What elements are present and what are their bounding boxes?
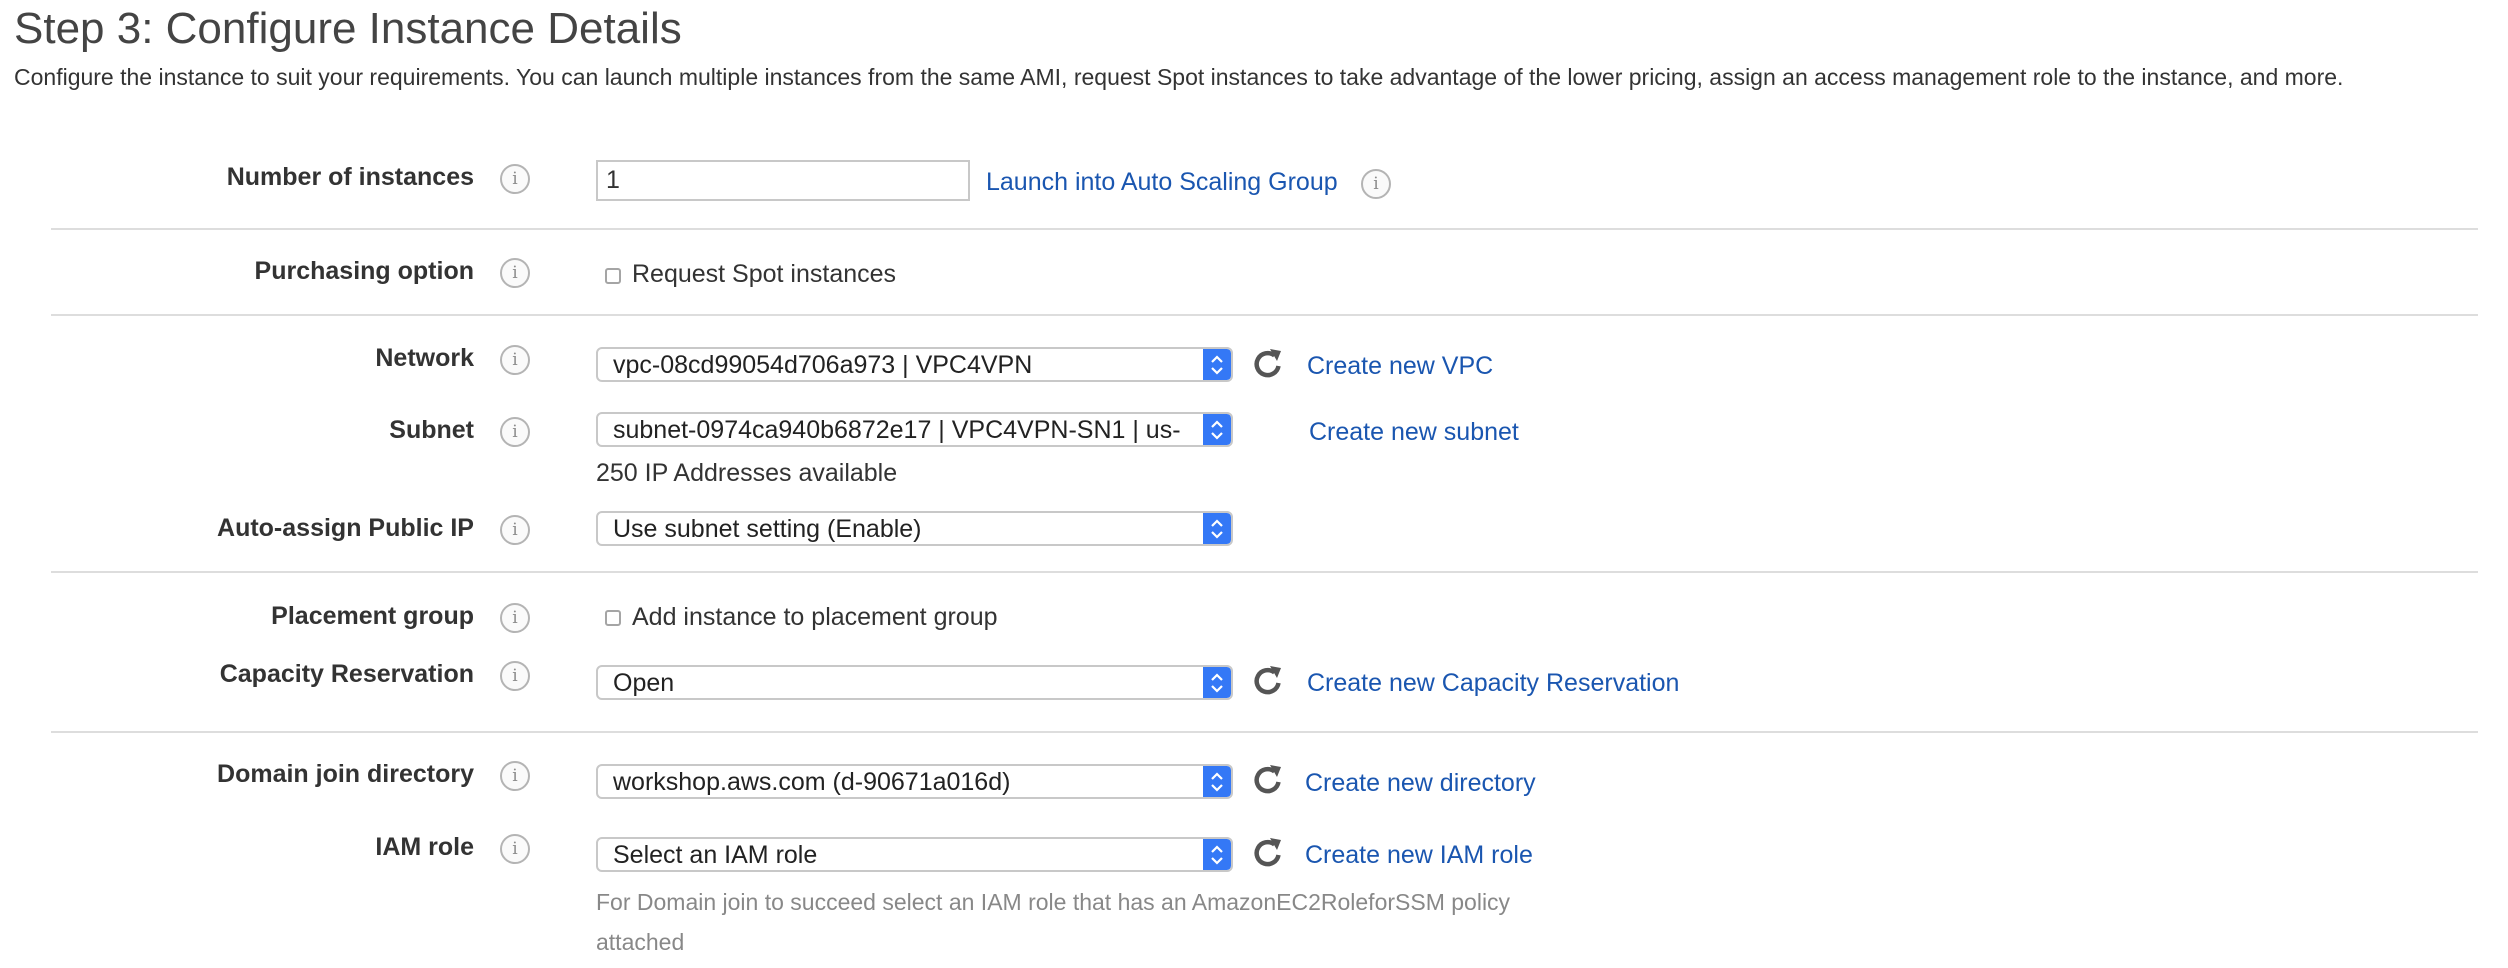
iam-role-select[interactable]: Select an IAM role xyxy=(596,837,1233,872)
info-icon[interactable]: i xyxy=(500,834,530,864)
chevron-up-down-icon xyxy=(1203,766,1231,797)
auto-assign-public-ip-value: Use subnet setting (Enable) xyxy=(613,515,922,543)
create-new-vpc-link[interactable]: Create new VPC xyxy=(1307,352,1493,381)
network-select-value: vpc-08cd99054d706a973 | VPC4VPN xyxy=(613,351,1033,379)
chevron-up-down-icon xyxy=(1203,349,1231,380)
placement-group-label: Placement group xyxy=(271,602,474,630)
launch-auto-scaling-link[interactable]: Launch into Auto Scaling Group xyxy=(986,168,1338,197)
create-new-capacity-reservation-link[interactable]: Create new Capacity Reservation xyxy=(1307,669,1679,698)
info-icon[interactable]: i xyxy=(500,661,530,691)
capacity-reservation-label: Capacity Reservation xyxy=(219,660,474,688)
info-icon[interactable]: i xyxy=(500,164,530,194)
iam-role-label: IAM role xyxy=(375,833,474,861)
placement-group-checkbox-label: Add instance to placement group xyxy=(632,603,998,631)
create-new-subnet-link[interactable]: Create new subnet xyxy=(1309,418,1519,447)
iam-role-hint: For Domain join to succeed select an IAM… xyxy=(596,889,1511,955)
placement-group-checkbox[interactable] xyxy=(605,610,621,626)
info-icon[interactable]: i xyxy=(500,258,530,288)
chevron-up-down-icon xyxy=(1203,667,1231,698)
auto-assign-public-ip-label: Auto-assign Public IP xyxy=(217,514,474,542)
divider xyxy=(51,571,2478,573)
number-of-instances-input[interactable] xyxy=(596,160,970,201)
domain-join-directory-label: Domain join directory xyxy=(217,760,474,788)
chevron-up-down-icon xyxy=(1203,839,1231,870)
network-label: Network xyxy=(375,344,474,372)
purchasing-option-label: Purchasing option xyxy=(254,257,474,285)
divider xyxy=(51,314,2478,316)
subnet-select[interactable]: subnet-0974ca940b6872e17 | VPC4VPN-SN1 |… xyxy=(596,412,1233,447)
domain-join-directory-value: workshop.aws.com (d-90671a016d) xyxy=(613,768,1011,796)
info-icon[interactable]: i xyxy=(500,761,530,791)
capacity-reservation-select[interactable]: Open xyxy=(596,665,1233,700)
divider xyxy=(51,228,2478,230)
iam-role-value: Select an IAM role xyxy=(613,841,818,869)
capacity-reservation-value: Open xyxy=(613,669,675,697)
network-select[interactable]: vpc-08cd99054d706a973 | VPC4VPN xyxy=(596,347,1233,382)
number-of-instances-label: Number of instances xyxy=(226,163,474,191)
page-title: Step 3: Configure Instance Details xyxy=(14,4,682,53)
subnet-ip-availability: 250 IP Addresses available xyxy=(596,459,898,487)
request-spot-checkbox[interactable] xyxy=(605,268,621,284)
request-spot-label: Request Spot instances xyxy=(632,260,897,288)
refresh-icon[interactable] xyxy=(1250,663,1286,699)
refresh-icon[interactable] xyxy=(1250,346,1286,382)
chevron-up-down-icon xyxy=(1203,414,1231,445)
info-icon[interactable]: i xyxy=(500,603,530,633)
page-description: Configure the instance to suit your requ… xyxy=(14,64,2344,90)
subnet-select-value: subnet-0974ca940b6872e17 | VPC4VPN-SN1 |… xyxy=(613,416,1181,444)
info-icon[interactable]: i xyxy=(1361,169,1391,199)
divider xyxy=(51,731,2478,733)
refresh-icon[interactable] xyxy=(1250,835,1286,871)
create-new-iam-role-link[interactable]: Create new IAM role xyxy=(1305,841,1533,870)
domain-join-directory-select[interactable]: workshop.aws.com (d-90671a016d) xyxy=(596,764,1233,799)
refresh-icon[interactable] xyxy=(1250,762,1286,798)
info-icon[interactable]: i xyxy=(500,345,530,375)
create-new-directory-link[interactable]: Create new directory xyxy=(1305,769,1536,798)
auto-assign-public-ip-select[interactable]: Use subnet setting (Enable) xyxy=(596,511,1233,546)
info-icon[interactable]: i xyxy=(500,417,530,447)
info-icon[interactable]: i xyxy=(500,515,530,545)
subnet-label: Subnet xyxy=(389,416,474,444)
chevron-up-down-icon xyxy=(1203,513,1231,544)
